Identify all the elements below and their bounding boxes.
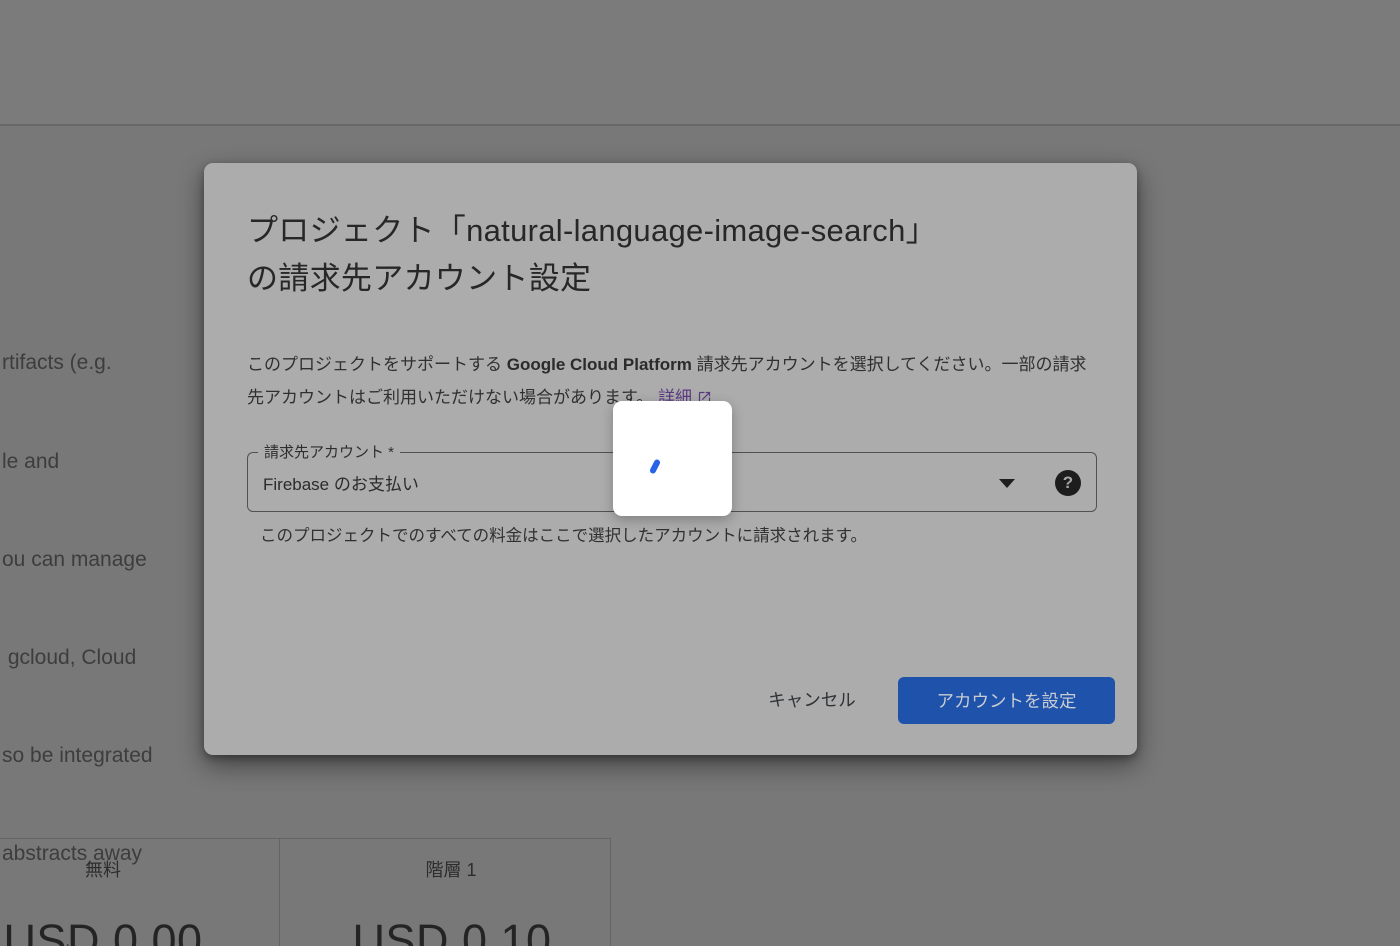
pricing-table-divider [279,838,280,946]
dialog-title-line2: の請求先アカウント設定 [247,261,592,296]
page-text-line: so be integrated [2,743,153,767]
page-text-line: rtifacts (e.g. [2,351,112,375]
pricing-value-free: USD 0.00 [3,915,203,946]
page-left-text-block: rtifacts (e.g. le and ou can manage gclo… [2,282,153,946]
loading-spinner-icon [648,458,662,475]
billing-account-select-value: Firebase のお支払い [263,474,419,494]
pricing-tier-header-free: 無料 [85,860,121,880]
dialog-title-line1: プロジェクト「natural-language-image-search」 [247,213,937,248]
page-text-line: ou can manage [2,547,147,571]
page-text-line: le and [2,449,60,473]
pricing-table-top-border [0,838,611,839]
page-text-line: gcloud, Cloud [2,645,137,669]
pricing-value-tier1: USD 0.10 [352,915,552,946]
field-helper-text: このプロジェクトでのすべての料金はここで選択したアカウントに請求されます。 [260,527,868,545]
description-bold-text: Google Cloud Platform [506,355,692,374]
cancel-button[interactable]: キャンセル [740,681,884,719]
set-account-button[interactable]: アカウントを設定 [898,677,1115,724]
chevron-down-icon[interactable] [999,479,1015,488]
page-header-divider [0,124,1400,126]
pricing-table-divider [610,838,611,946]
help-icon[interactable]: ? [1055,470,1081,496]
page-header-band [0,0,1400,124]
screen: rtifacts (e.g. le and ou can manage gclo… [0,0,1400,946]
description-text: このプロジェクトをサポートする [247,355,507,374]
dialog-title: プロジェクト「natural-language-image-search」 の請… [247,207,1107,303]
pricing-tier-header-tier1: 階層 1 [425,860,477,880]
billing-account-select-label: 請求先アカウント * [258,443,401,463]
loading-overlay-card [613,401,732,516]
